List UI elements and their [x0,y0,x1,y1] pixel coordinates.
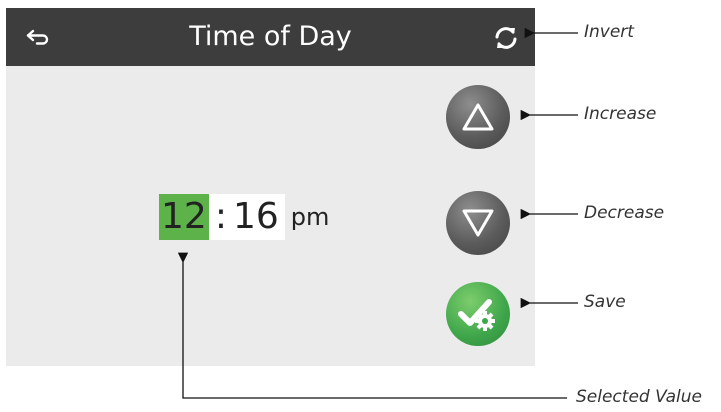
invert-callout-label: Invert [584,22,634,42]
save-callout-label: Save [584,292,626,312]
increase-callout-label: Increase [584,104,657,124]
decrease-callout-label: Decrease [584,203,665,223]
selected-value-callout-line [177,252,567,399]
selected-value-callout-label: Selected Value [576,387,703,407]
